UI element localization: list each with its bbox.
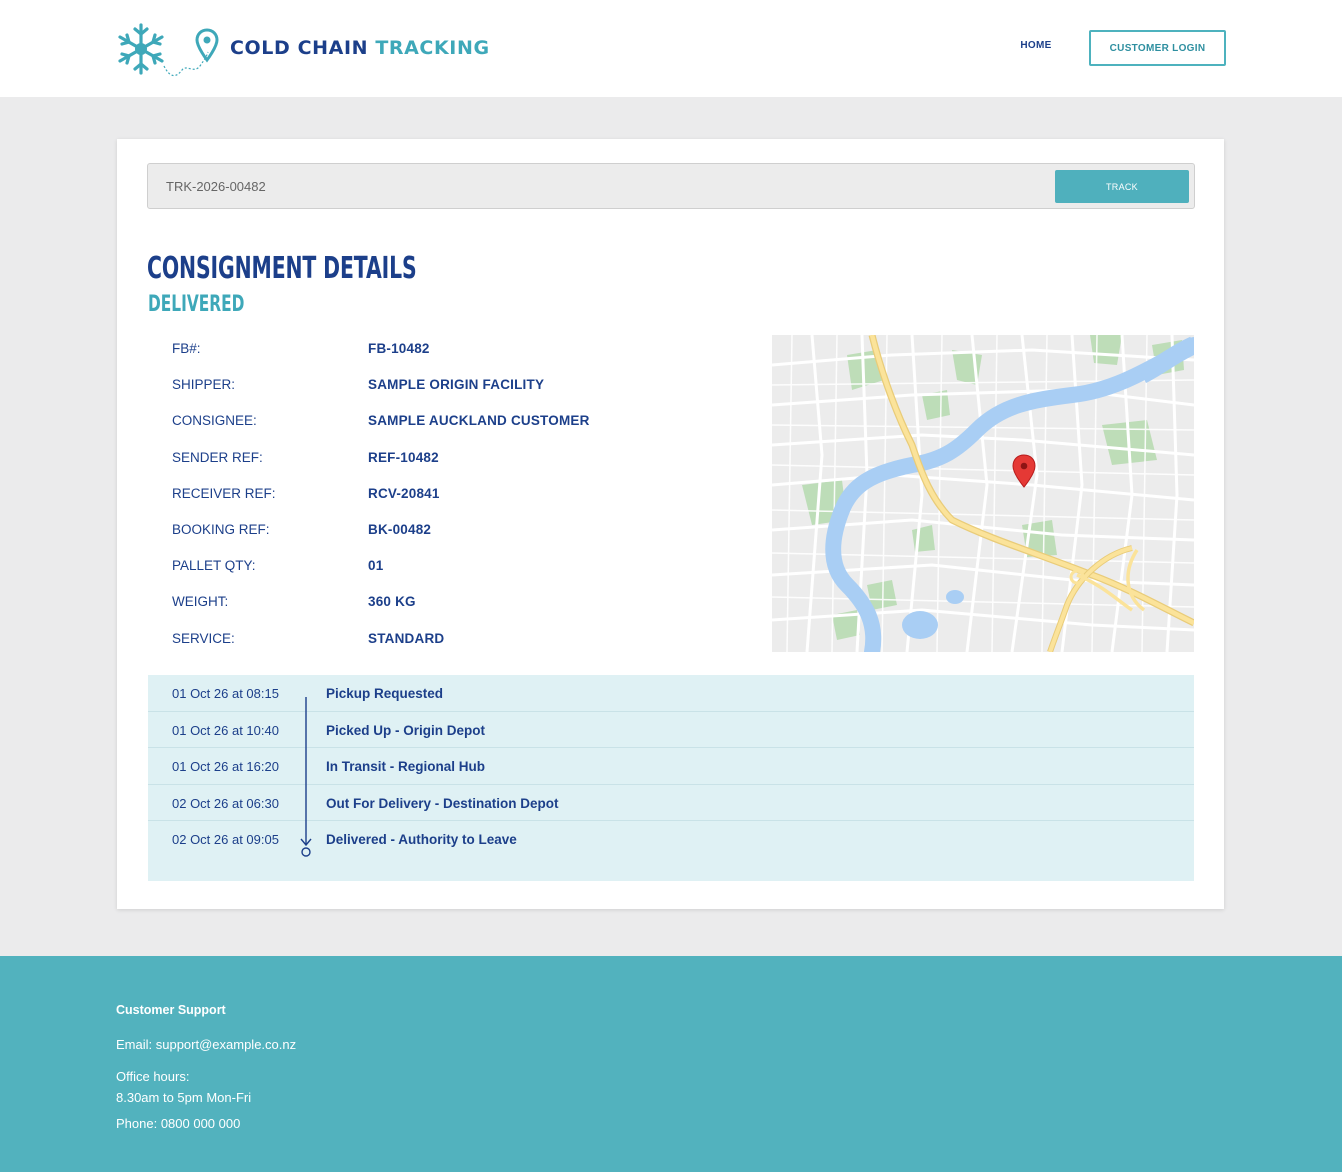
detail-row-fb: FB#: FB-10482 <box>172 335 732 371</box>
status-label: DELIVERED <box>148 292 245 317</box>
brand-word-tracking: TRACKING <box>375 37 490 59</box>
timeline-date: 02 Oct 26 at 09:05 <box>172 832 279 847</box>
detail-value: FB-10482 <box>368 341 430 356</box>
detail-value: REF-10482 <box>368 449 439 465</box>
detail-value: SAMPLE ORIGIN FACILITY <box>368 377 545 393</box>
detail-value: SAMPLE AUCKLAND CUSTOMER <box>368 413 590 429</box>
detail-value: BK-00482 <box>368 521 432 537</box>
footer-title: Customer Support <box>116 1003 226 1017</box>
detail-row-sender-ref: SENDER REF: REF-10482 <box>172 444 732 480</box>
detail-label: CONSIGNEE: <box>172 413 257 429</box>
detail-label: PALLET QTY: <box>172 558 256 574</box>
tracking-search-bar: TRACK <box>147 163 1195 209</box>
detail-row-shipper: SHIPPER: SAMPLE ORIGIN FACILITY <box>172 371 732 407</box>
timeline-event: Pickup Requested <box>326 686 444 701</box>
timeline-event: Delivered - Authority to Leave <box>326 832 517 847</box>
detail-value: 360 KG <box>368 594 416 610</box>
footer-email[interactable]: Email: support@example.co.nz <box>116 1037 296 1052</box>
timeline-date: 01 Oct 26 at 08:15 <box>172 686 279 701</box>
detail-row-booking-ref: BOOKING REF: BK-00482 <box>172 516 732 552</box>
detail-label: SERVICE: <box>172 630 235 646</box>
brand-name: COLD CHAIN TRACKING <box>230 37 490 59</box>
timeline-date: 01 Oct 26 at 10:40 <box>172 722 279 738</box>
footer-hours-label: Office hours: <box>116 1069 190 1084</box>
detail-label: SHIPPER: <box>172 377 236 393</box>
consignment-card: TRACK CONSIGNMENT DETAILS DELIVERED FB#:… <box>117 139 1224 909</box>
tracking-timeline: 01 Oct 26 at 08:15 Pickup Requested 01 O… <box>148 675 1194 881</box>
footer-hours-value: 8.30am to 5pm Mon-Fri <box>116 1090 252 1105</box>
location-map[interactable] <box>772 335 1194 652</box>
page-title: CONSIGNMENT DETAILS <box>147 251 417 286</box>
detail-row-receiver-ref: RECEIVER REF: RCV-20841 <box>172 480 732 516</box>
brand-logo[interactable]: COLD CHAIN TRACKING <box>114 20 494 80</box>
tracking-number-input[interactable] <box>148 164 1048 208</box>
detail-value: STANDARD <box>368 630 445 646</box>
detail-label: SENDER REF: <box>172 449 263 465</box>
detail-row-weight: WEIGHT: 360 KG <box>172 588 732 624</box>
detail-value: 01 <box>368 558 384 574</box>
map-image <box>772 335 1194 652</box>
detail-label: RECEIVER REF: <box>172 485 276 501</box>
detail-row-service: SERVICE: STANDARD <box>172 625 732 661</box>
footer-phone[interactable]: Phone: 0800 000 000 <box>116 1116 240 1131</box>
customer-login-button[interactable]: CUSTOMER LOGIN <box>1089 30 1226 66</box>
detail-row-consignee: CONSIGNEE: SAMPLE AUCKLAND CUSTOMER <box>172 407 732 443</box>
nav-home-link[interactable]: HOME <box>1012 40 1060 51</box>
timeline-arrow-icon <box>300 697 312 857</box>
detail-value: RCV-20841 <box>368 485 440 501</box>
consignment-details-list: FB#: FB-10482 SHIPPER: SAMPLE ORIGIN FAC… <box>172 335 732 661</box>
detail-row-pallet-qty: PALLET QTY: 01 <box>172 552 732 588</box>
timeline-event: In Transit - Regional Hub <box>326 759 486 774</box>
brand-word-cold-chain: COLD CHAIN <box>230 37 369 59</box>
detail-label: FB#: <box>172 341 201 356</box>
timeline-date: 01 Oct 26 at 16:20 <box>172 759 279 774</box>
timeline-event: Picked Up - Origin Depot <box>326 722 486 738</box>
detail-label: BOOKING REF: <box>172 521 270 537</box>
track-button[interactable]: TRACK <box>1055 170 1189 203</box>
detail-label: WEIGHT: <box>172 594 229 610</box>
location-pin-icon <box>195 28 219 63</box>
timeline-date: 02 Oct 26 at 06:30 <box>172 795 279 811</box>
site-header: COLD CHAIN TRACKING HOME CUSTOMER LOGIN <box>0 0 1342 97</box>
timeline-event: Out For Delivery - Destination Depot <box>326 795 559 811</box>
site-footer: Customer Support Email: support@example.… <box>0 956 1342 1172</box>
